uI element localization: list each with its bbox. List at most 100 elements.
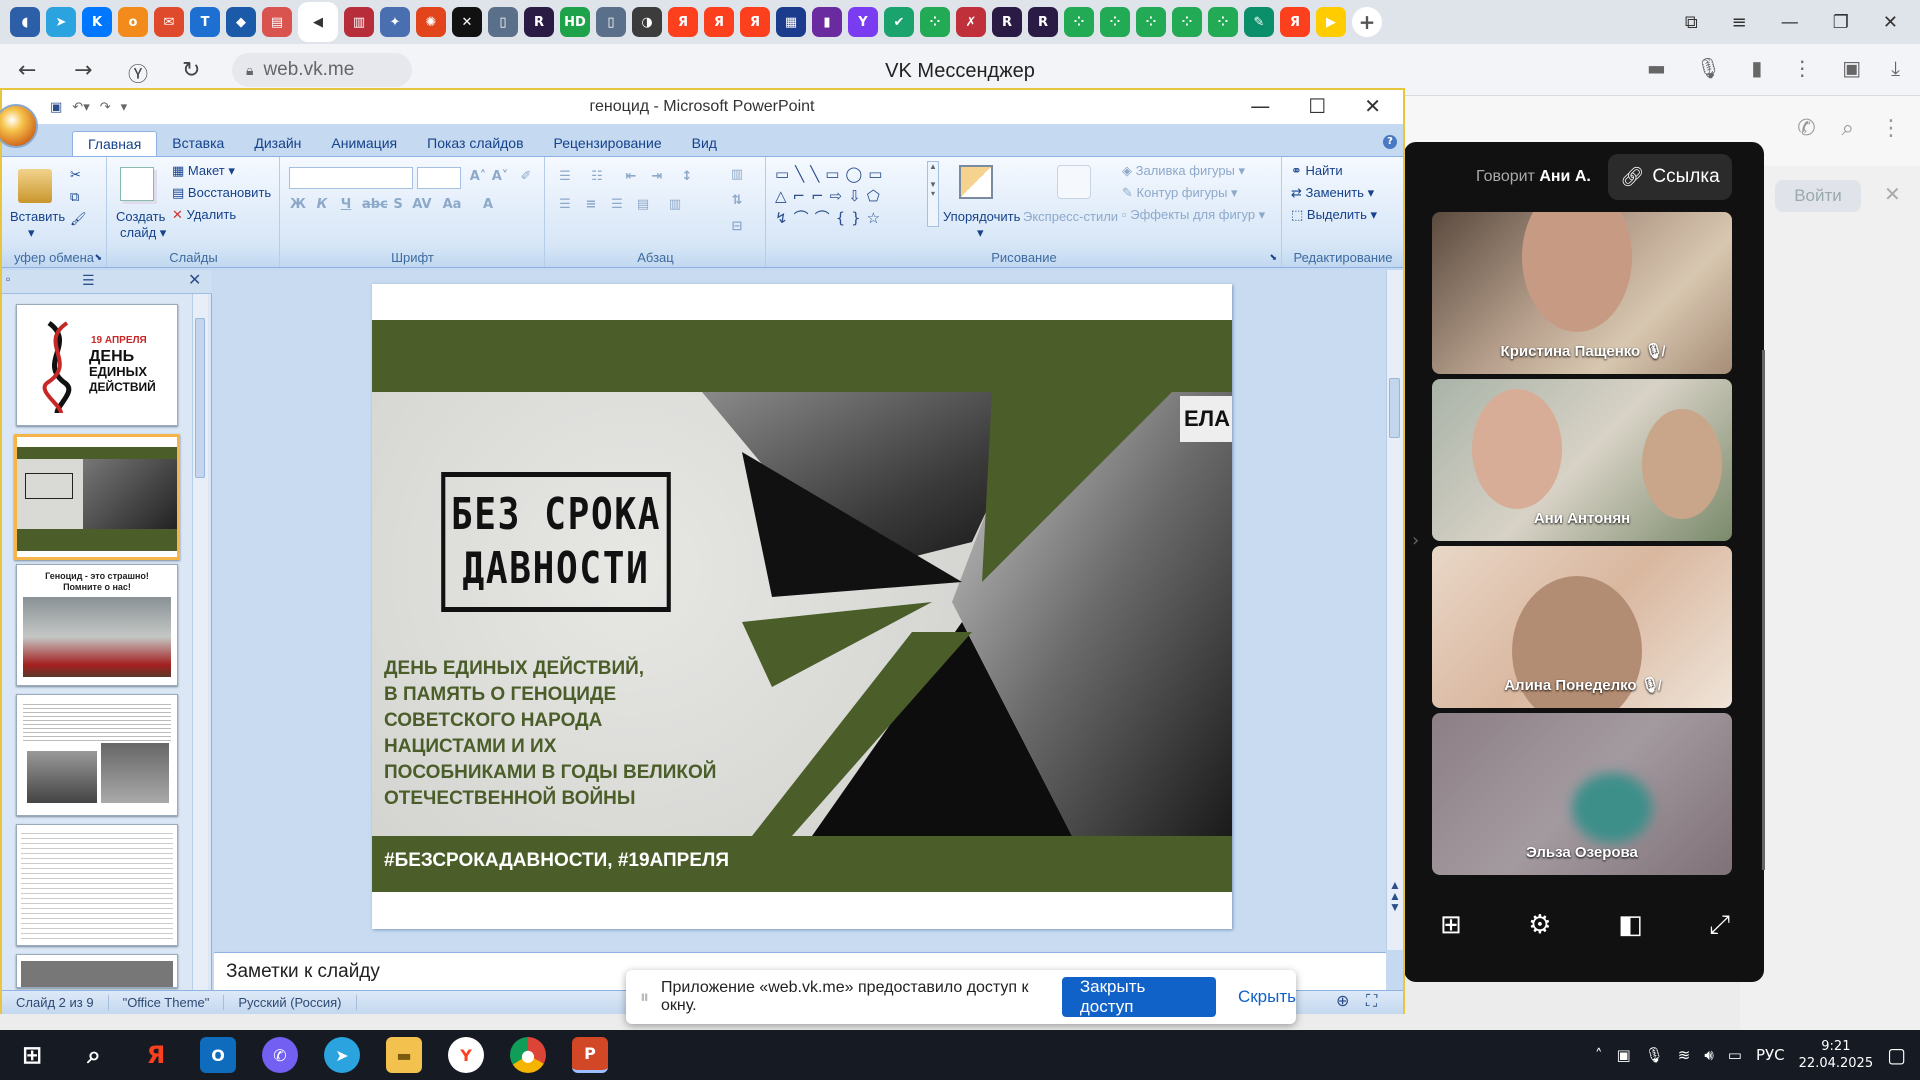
delete-slide-button[interactable]: ✕ Удалить <box>172 207 236 223</box>
bookmark-icon[interactable]: ▮ <box>1751 56 1762 80</box>
r3-tab-icon[interactable]: R <box>1028 7 1058 37</box>
drawing-launcher-icon[interactable]: ⬊ <box>1269 252 1277 263</box>
increase-indent-icon[interactable]: ⇥ <box>646 167 668 187</box>
folder-icon[interactable]: ▬ <box>386 1037 422 1073</box>
text-columns-icon[interactable]: ▥ <box>664 195 686 215</box>
login-button[interactable]: Войти <box>1775 180 1861 212</box>
wifi-icon[interactable]: ≋ <box>1678 1046 1691 1064</box>
participant-tile-2[interactable]: Ани Антонян <box>1432 379 1732 541</box>
yandex-tab-icon[interactable]: Я <box>668 7 698 37</box>
shapes-gallery[interactable]: ▭╲╲▭◯▭ △⌐⌐⇨⇩⬠ ↯⌒⌒{}☆ <box>775 163 935 229</box>
slides-pane-scrollbar[interactable] <box>192 294 208 990</box>
red-tab-icon[interactable]: ✗ <box>956 7 986 37</box>
call-scrollbar[interactable] <box>1762 350 1765 870</box>
yandex3-tab-icon[interactable]: Я <box>740 7 770 37</box>
call-link-button[interactable]: 🔗︎ Ссылка <box>1608 154 1732 200</box>
viber-icon[interactable]: ✆ <box>262 1037 298 1073</box>
arrange-dropdown-icon[interactable]: ▾ <box>977 225 984 241</box>
battery-icon[interactable]: ▭ <box>1728 1046 1742 1064</box>
tab-insert[interactable]: Вставка <box>157 131 239 157</box>
text-direction-icon[interactable]: ⇅ <box>726 191 748 211</box>
align-text-icon[interactable]: ⊟ <box>726 217 748 237</box>
yandex4-tab-icon[interactable]: Я <box>1280 7 1310 37</box>
fullscreen-icon[interactable]: ⤢ <box>1709 910 1730 941</box>
cut-icon[interactable]: ✂ <box>70 167 81 183</box>
current-slide[interactable]: ЕЛА БЕЗ СРОКА ДАВНОСТИ ДЕНЬ ЕДИНЫХ ДЕЙСТ… <box>372 284 1232 929</box>
check-tab-icon[interactable]: ✔ <box>884 7 914 37</box>
purple-tab-icon[interactable]: ▮ <box>812 7 842 37</box>
dots6-tab-icon[interactable]: ⁘ <box>1208 7 1238 37</box>
ppt-close-button[interactable]: ✕ <box>1364 94 1381 118</box>
x-tab-icon[interactable]: ✕ <box>452 7 482 37</box>
numbering-icon[interactable]: ☷ <box>586 167 608 187</box>
telegram-taskbar-icon[interactable]: ➤ <box>324 1037 360 1073</box>
tray-chevron-icon[interactable]: ˄ <box>1595 1046 1603 1064</box>
dots2-tab-icon[interactable]: ⁘ <box>1064 7 1094 37</box>
case-icon[interactable]: Aa <box>441 195 463 215</box>
school-tab-icon[interactable]: ▦ <box>776 7 806 37</box>
tray-app-icon[interactable]: ▣ <box>1617 1046 1631 1064</box>
office-button[interactable] <box>0 104 38 148</box>
active-speaker-tab-icon[interactable]: ◀ <box>298 2 338 42</box>
clear-format-icon[interactable]: ✐ <box>515 167 537 187</box>
page2-tab-icon[interactable]: ▯ <box>596 7 626 37</box>
replace-button[interactable]: ⇄ Заменить ▾ <box>1291 185 1374 201</box>
shape-fill-button[interactable]: ◈ Заливка фигуры ▾ <box>1122 163 1245 179</box>
dots3-tab-icon[interactable]: ⁘ <box>1100 7 1130 37</box>
app-tab-icon[interactable]: ◆ <box>226 7 256 37</box>
t-tab-icon[interactable]: T <box>190 7 220 37</box>
play-tab-icon[interactable]: ▶ <box>1316 7 1346 37</box>
paste-button[interactable]: Вставить <box>10 209 65 224</box>
strikethrough-icon[interactable]: abc <box>361 195 388 215</box>
qat-customize-icon[interactable]: ▾ <box>121 100 128 115</box>
powerpoint-taskbar-icon[interactable]: P <box>572 1037 608 1073</box>
align-left-icon[interactable]: ☰ <box>554 195 576 215</box>
underline-icon[interactable]: Ч <box>335 195 357 215</box>
font-color-icon[interactable]: A <box>477 195 499 215</box>
ppt-minimize-button[interactable]: — <box>1250 94 1270 118</box>
yandex-browser-icon[interactable]: Y <box>448 1037 484 1073</box>
bars-tab-icon[interactable]: ▥ <box>344 7 374 37</box>
r2-tab-icon[interactable]: R <box>992 7 1022 37</box>
y-tab-icon[interactable]: Y <box>848 7 878 37</box>
shadow-icon[interactable]: S <box>387 195 409 215</box>
tab-home[interactable]: Главная <box>72 131 158 157</box>
close-button[interactable]: ✕ <box>1883 12 1898 33</box>
search-icon[interactable]: ⌕ <box>1842 116 1854 141</box>
slide-thumbnail-5[interactable] <box>16 824 178 946</box>
spacing-icon[interactable]: AV <box>411 195 433 215</box>
chrome-icon[interactable]: ● <box>510 1037 546 1073</box>
paste-dropdown-icon[interactable]: ▾ <box>28 225 35 241</box>
mic-icon[interactable]: 🎙︎ <box>1696 56 1721 80</box>
mixer-tab-icon[interactable]: ◑ <box>632 7 662 37</box>
arrange-button[interactable]: Упорядочить <box>943 209 1020 224</box>
language-indicator[interactable]: РУС <box>1756 1046 1785 1064</box>
redo-icon[interactable]: ↷ <box>100 100 111 115</box>
font-name-field[interactable] <box>289 167 413 189</box>
more-vert-icon[interactable]: ⋮ <box>1880 116 1902 141</box>
justify-icon[interactable]: ▤ <box>632 195 654 215</box>
hide-link[interactable]: Скрыть <box>1238 987 1296 1007</box>
drag-handle-icon[interactable]: ⏸ <box>640 987 649 1008</box>
hd-tab-icon[interactable]: HD <box>560 7 590 37</box>
tab-review[interactable]: Рецензирование <box>539 131 677 157</box>
format-painter-icon[interactable]: 🖌︎ <box>70 211 87 227</box>
telegram-tab-icon[interactable]: ➤ <box>46 7 76 37</box>
notifications-icon[interactable]: ▢ <box>1887 1043 1906 1067</box>
menu-icon[interactable]: ≡ <box>1732 12 1747 33</box>
settings-gear-icon[interactable]: ⚙ <box>1528 910 1551 941</box>
decrease-indent-icon[interactable]: ⇤ <box>620 167 642 187</box>
copy-icon[interactable]: ⧉ <box>70 189 79 205</box>
undo-icon[interactable]: ↶▾ <box>72 100 89 115</box>
puzzle-tab-icon[interactable]: ✦ <box>380 7 410 37</box>
speaker-tab-icon[interactable]: ◖ <box>10 7 40 37</box>
note-tab-icon[interactable]: ✎ <box>1244 7 1274 37</box>
outlook-icon[interactable]: O <box>200 1037 236 1073</box>
shape-effects-button[interactable]: ▫ Эффекты для фигур ▾ <box>1122 207 1265 223</box>
find-button[interactable]: ⚭ Найти <box>1291 163 1343 179</box>
slides-tab-icon[interactable]: ▫ <box>6 272 10 286</box>
grow-font-icon[interactable]: A˄ <box>467 167 489 187</box>
outline-tab-icon[interactable]: ☰ <box>82 272 95 289</box>
yandex-taskbar-icon[interactable]: Я <box>138 1037 174 1073</box>
shapes-gallery-scroll[interactable]: ▲ ▼ ▾ <box>927 161 939 227</box>
